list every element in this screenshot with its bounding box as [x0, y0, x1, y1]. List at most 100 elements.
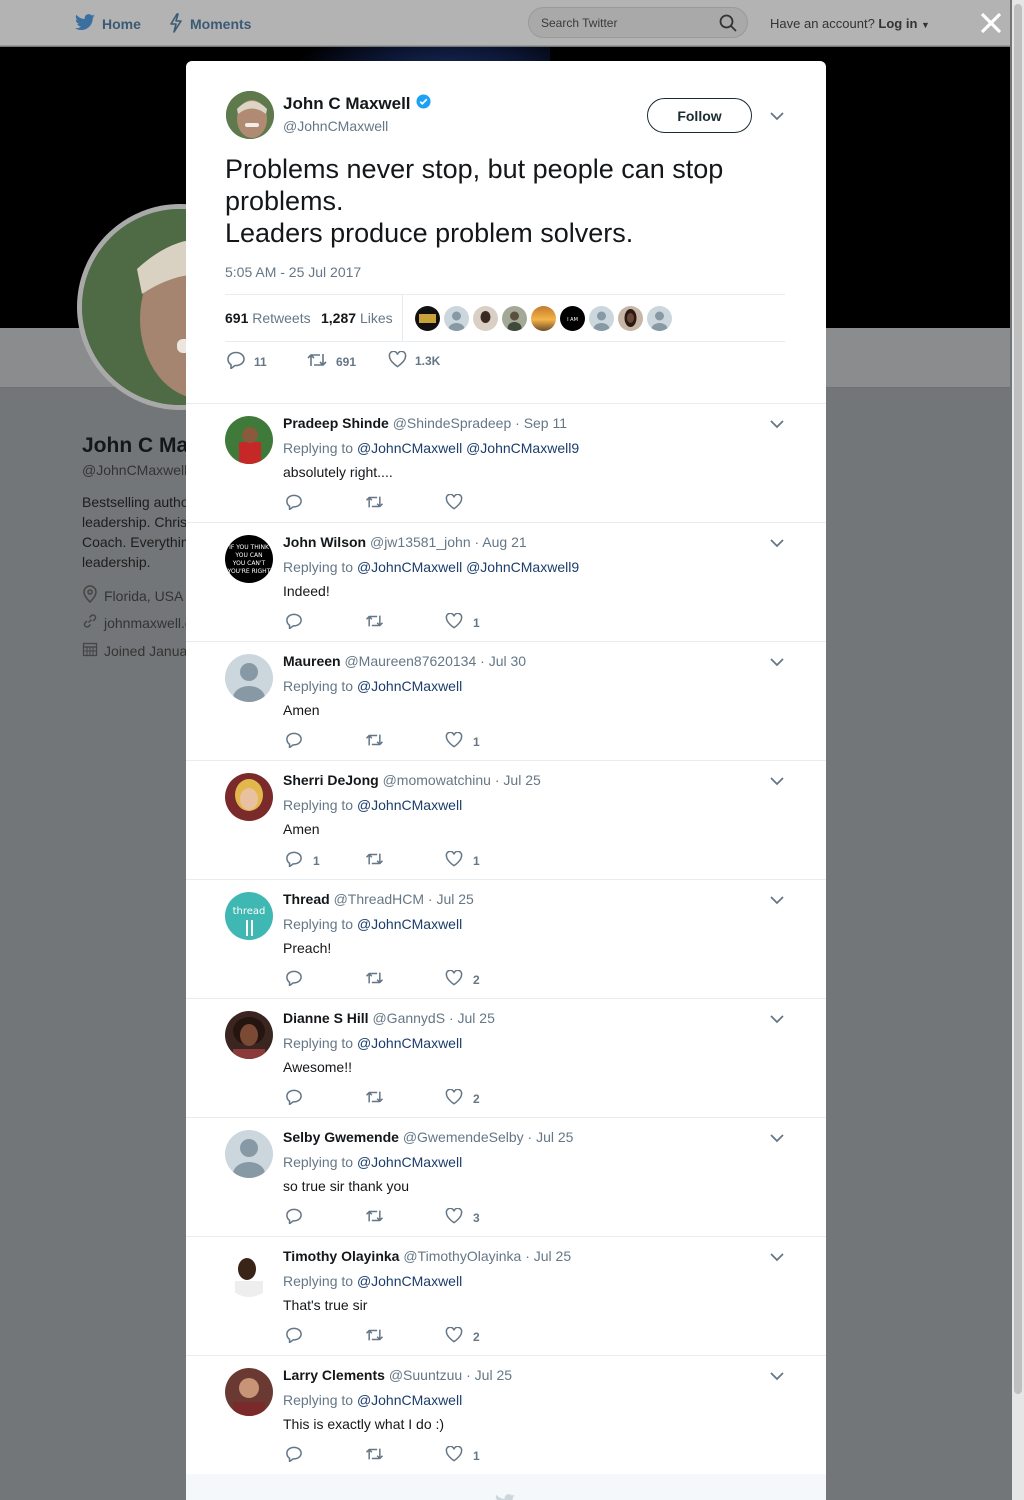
reply-action[interactable] — [285, 1089, 313, 1108]
caret-down-icon[interactable]: ▼ — [921, 20, 930, 30]
like-action[interactable]: 1 — [445, 1445, 480, 1465]
reply-tweet[interactable]: Selby Gwemende @GwemendeSelby · Jul 25 R… — [186, 1118, 826, 1237]
retweet-action[interactable]: 691 — [306, 351, 356, 372]
retweet-action[interactable] — [364, 851, 385, 870]
reply-author-name[interactable]: Selby Gwemende — [283, 1129, 399, 1145]
tweet-timestamp[interactable]: 5:05 AM - 25 Jul 2017 — [225, 264, 361, 280]
author-name[interactable]: John C Maxwell — [283, 94, 411, 114]
chevron-down-icon[interactable] — [769, 654, 785, 670]
reply-avatar[interactable]: thread — [225, 892, 273, 940]
reply-author-handle[interactable]: @Suuntzuu — [389, 1367, 462, 1383]
replying-to-handles[interactable]: @JohnCMaxwell — [357, 1035, 462, 1051]
reply-avatar[interactable] — [225, 1249, 273, 1297]
reply-tweet[interactable]: IF YOU THINK YOU CAN YOU CAN'T YOU'RE RIGHT… — [186, 523, 826, 642]
liker-avatar[interactable] — [473, 306, 498, 331]
search-icon[interactable] — [719, 14, 737, 37]
reply-date[interactable]: Jul 30 — [489, 653, 526, 669]
chevron-down-icon[interactable] — [769, 108, 785, 124]
like-action[interactable] — [445, 493, 473, 513]
reply-avatar[interactable] — [225, 654, 273, 702]
chevron-down-icon[interactable] — [769, 1368, 785, 1384]
reply-date[interactable]: Jul 25 — [503, 772, 540, 788]
reply-action[interactable] — [285, 494, 313, 513]
liker-avatar[interactable] — [502, 306, 527, 331]
reply-avatar[interactable] — [225, 1130, 273, 1178]
chevron-down-icon[interactable] — [769, 773, 785, 789]
likes-stat[interactable]: 1,287 Likes — [321, 310, 393, 326]
liker-avatar[interactable] — [618, 306, 643, 331]
chevron-down-icon[interactable] — [769, 892, 785, 908]
reply-avatar[interactable]: IF YOU THINK YOU CAN YOU CAN'T YOU'RE RIGHT — [225, 535, 273, 583]
retweet-action[interactable] — [364, 1327, 385, 1346]
liker-avatar[interactable]: I AM — [560, 306, 585, 331]
retweet-action[interactable] — [364, 613, 385, 632]
reply-action[interactable] — [285, 613, 313, 632]
reply-author-handle[interactable]: @TimothyOlayinka — [403, 1248, 521, 1264]
chevron-down-icon[interactable] — [769, 1130, 785, 1146]
reply-date[interactable]: Sep 11 — [524, 415, 567, 431]
reply-avatar[interactable] — [225, 773, 273, 821]
scrollbar-thumb[interactable] — [1014, 4, 1022, 1394]
reply-tweet[interactable]: Larry Clements @Suuntzuu · Jul 25 Replyi… — [186, 1356, 826, 1475]
reply-tweet[interactable]: Dianne S Hill @GannydS · Jul 25 Replying… — [186, 999, 826, 1118]
chevron-down-icon[interactable] — [769, 535, 785, 551]
reply-author-handle[interactable]: @ThreadHCM — [334, 891, 424, 907]
reply-action[interactable] — [285, 732, 313, 751]
like-action[interactable]: 1.3K — [388, 350, 440, 371]
retweet-action[interactable] — [364, 1208, 385, 1227]
retweet-action[interactable] — [364, 1089, 385, 1108]
reply-avatar[interactable] — [225, 1368, 273, 1416]
reply-author-name[interactable]: Larry Clements — [283, 1367, 385, 1383]
liker-avatar[interactable] — [444, 306, 469, 331]
reply-author-handle[interactable]: @jw13581_john — [370, 534, 471, 550]
reply-date[interactable]: Jul 25 — [536, 1129, 573, 1145]
reply-action[interactable] — [285, 1208, 313, 1227]
reply-date[interactable]: Aug 21 — [482, 534, 526, 550]
reply-avatar[interactable] — [225, 416, 273, 464]
reply-author-name[interactable]: Pradeep Shinde — [283, 415, 389, 431]
reply-tweet[interactable]: thread Thread @ThreadHCM · Jul 25 Replyi… — [186, 880, 826, 999]
reply-date[interactable]: Jul 25 — [534, 1248, 571, 1264]
like-action[interactable]: 2 — [445, 969, 480, 989]
retweet-action[interactable] — [364, 732, 385, 751]
author-avatar[interactable] — [226, 91, 274, 139]
reply-avatar[interactable] — [225, 1011, 273, 1059]
replying-to-handles[interactable]: @JohnCMaxwell — [357, 916, 462, 932]
reply-date[interactable]: Jul 25 — [475, 1367, 512, 1383]
like-action[interactable]: 1 — [445, 612, 480, 632]
reply-date[interactable]: Jul 25 — [458, 1010, 495, 1026]
close-icon[interactable] — [978, 10, 1004, 36]
liker-avatar[interactable] — [647, 306, 672, 331]
nav-home[interactable]: Home — [74, 13, 141, 34]
chevron-down-icon[interactable] — [769, 1249, 785, 1265]
reply-action[interactable] — [285, 1446, 313, 1465]
like-action[interactable]: 1 — [445, 850, 480, 870]
reply-author-handle[interactable]: @GwemendeSelby — [403, 1129, 524, 1145]
liker-avatar[interactable] — [589, 306, 614, 331]
follow-button[interactable]: Follow — [647, 98, 752, 133]
reply-tweet[interactable]: Pradeep Shinde @ShindeSpradeep · Sep 11 … — [186, 404, 826, 523]
replying-to-handles[interactable]: @JohnCMaxwell — [357, 678, 462, 694]
replying-to-handles[interactable]: @JohnCMaxwell @JohnCMaxwell9 — [357, 559, 579, 575]
replying-to-handles[interactable]: @JohnCMaxwell @JohnCMaxwell9 — [357, 440, 579, 456]
retweets-stat[interactable]: 691 Retweets — [225, 310, 311, 326]
chevron-down-icon[interactable] — [769, 416, 785, 432]
reply-author-name[interactable]: Dianne S Hill — [283, 1010, 369, 1026]
author-handle[interactable]: @JohnCMaxwell — [283, 118, 388, 134]
reply-author-handle[interactable]: @Maureen87620134 — [344, 653, 476, 669]
reply-tweet[interactable]: Timothy Olayinka @TimothyOlayinka · Jul … — [186, 1237, 826, 1356]
chevron-down-icon[interactable] — [769, 1011, 785, 1027]
reply-action[interactable] — [285, 970, 313, 989]
website-link[interactable]: johnmaxwell.c — [104, 615, 192, 631]
reply-author-name[interactable]: Thread — [283, 891, 330, 907]
reply-author-name[interactable]: Sherri DeJong — [283, 772, 379, 788]
reply-author-name[interactable]: Maureen — [283, 653, 341, 669]
reply-author-handle[interactable]: @momowatchinu — [383, 772, 491, 788]
liker-avatar[interactable] — [531, 306, 556, 331]
retweet-action[interactable] — [364, 494, 385, 513]
login-link[interactable]: Log in — [878, 16, 917, 31]
reply-action[interactable]: 1 — [285, 851, 320, 870]
reply-author-name[interactable]: Timothy Olayinka — [283, 1248, 399, 1264]
replying-to-handles[interactable]: @JohnCMaxwell — [357, 1392, 462, 1408]
reply-tweet[interactable]: Maureen @Maureen87620134 · Jul 30 Replyi… — [186, 642, 826, 761]
